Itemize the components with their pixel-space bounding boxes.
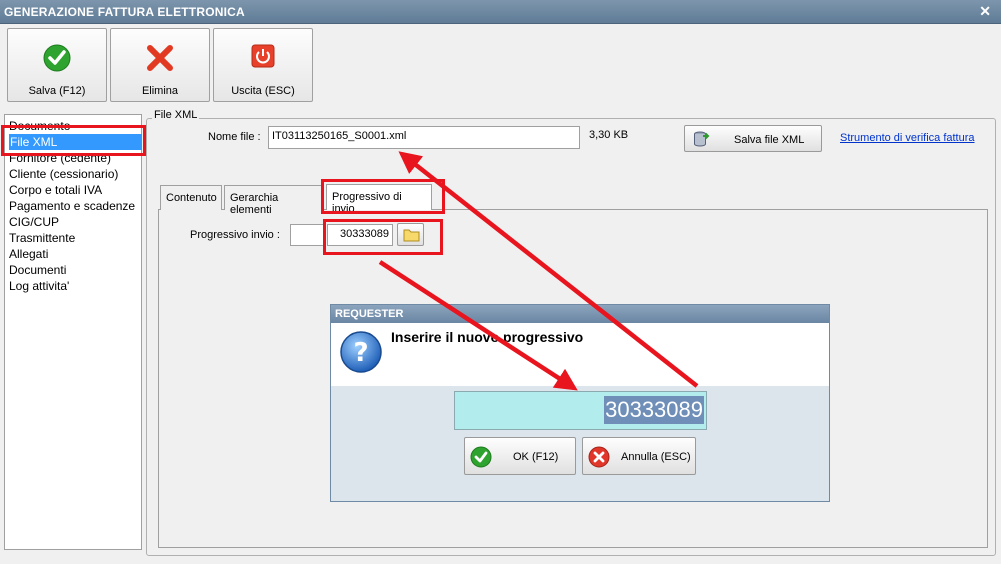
tab-contenuto[interactable]: Contenuto (160, 185, 222, 210)
dialog-cancel-button[interactable]: Annulla (ESC) (582, 437, 696, 475)
delete-x-icon (147, 45, 173, 71)
question-icon: ? (340, 331, 382, 373)
save-xml-button[interactable]: Salva file XML (684, 125, 822, 152)
dialog-ok-button[interactable]: OK (F12) (464, 437, 576, 475)
highlight-box-file-xml (1, 125, 146, 156)
file-name-label: Nome file : (208, 131, 261, 143)
save-button-label: Salva (F12) (28, 85, 86, 97)
progressivo-prefix-field[interactable] (290, 224, 326, 246)
title-bar: GENERAZIONE FATTURA ELETTRONICA ✕ (0, 0, 1001, 24)
dialog-title: REQUESTER (335, 308, 404, 320)
sidebar-item-allegati[interactable]: Allegati (9, 246, 48, 262)
highlight-box-progressivo (323, 219, 443, 255)
dialog-title-bar: REQUESTER (331, 305, 829, 323)
exit-button-label: Uscita (ESC) (231, 85, 295, 97)
sidebar-item-documenti[interactable]: Documenti (9, 262, 66, 278)
svg-text:?: ? (353, 338, 368, 368)
save-xml-button-label: Salva file XML (734, 134, 805, 146)
exit-button[interactable]: Uscita (ESC) (213, 28, 313, 102)
window-title: GENERAZIONE FATTURA ELETTRONICA (4, 5, 245, 19)
dialog-input-value: 30333089 (604, 396, 704, 424)
sidebar-item-trasmittente[interactable]: Trasmittente (9, 230, 75, 246)
sidebar-item-log[interactable]: Log attivita' (9, 278, 69, 294)
dialog-message: Inserire il nuovo progressivo (391, 329, 584, 345)
sidebar-item-pagamento[interactable]: Pagamento e scadenze (9, 198, 135, 214)
verify-tool-link[interactable]: Strumento di verifica fattura (840, 132, 975, 144)
file-name-input[interactable]: IT03113250165_S0001.xml (268, 126, 580, 149)
sidebar-item-cig-cup[interactable]: CIG/CUP (9, 214, 59, 230)
database-save-icon (694, 131, 710, 147)
save-button[interactable]: Salva (F12) (7, 28, 107, 102)
highlight-box-tab (321, 179, 445, 214)
check-icon (470, 446, 492, 468)
file-xml-group-label: File XML (152, 109, 200, 121)
close-icon[interactable]: ✕ (979, 3, 991, 20)
check-icon (43, 44, 71, 72)
cancel-icon (588, 446, 610, 468)
power-icon (251, 44, 275, 68)
dialog-ok-label: OK (F12) (513, 451, 559, 463)
dialog-input[interactable]: 30333089 (454, 391, 707, 430)
delete-button-label: Elimina (141, 85, 179, 97)
dialog-cancel-label: Annulla (ESC) (621, 451, 691, 463)
file-size: 3,30 KB (589, 129, 629, 141)
progressivo-label: Progressivo invio : (190, 229, 280, 241)
section-list[interactable]: Documento File XML Fornitore (cedente) C… (4, 114, 142, 550)
sidebar-item-cliente[interactable]: Cliente (cessionario) (9, 166, 118, 182)
tab-gerarchia[interactable]: Gerarchia elementi (224, 185, 324, 216)
sidebar-item-corpo-totali[interactable]: Corpo e totali IVA (9, 182, 102, 198)
delete-button[interactable]: Elimina (110, 28, 210, 102)
